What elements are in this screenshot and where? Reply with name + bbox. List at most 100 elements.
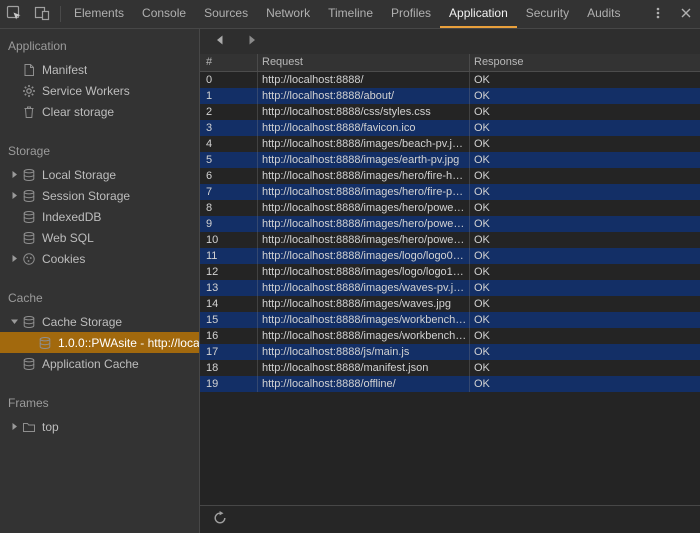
cell-request: http://localhost:8888/images/beach-pv.j… (258, 136, 470, 152)
cell-request: http://localhost:8888/images/hero/powe… (258, 200, 470, 216)
sidebar-item-manifest[interactable]: Manifest (0, 59, 199, 80)
cell-response: OK (470, 248, 700, 264)
cache-entry-row[interactable]: 0http://localhost:8888/OK (200, 72, 700, 88)
cache-entry-row[interactable]: 10http://localhost:8888/images/hero/powe… (200, 232, 700, 248)
cell-request: http://localhost:8888/offline/ (258, 376, 470, 392)
cache-entry-row[interactable]: 6http://localhost:8888/images/hero/fire-… (200, 168, 700, 184)
sidebar-item-session-storage[interactable]: Session Storage (0, 185, 199, 206)
cookie-icon (21, 252, 37, 266)
cache-entry-row[interactable]: 17http://localhost:8888/js/main.jsOK (200, 344, 700, 360)
refresh-button[interactable] (212, 512, 228, 528)
tab-audits[interactable]: Audits (578, 0, 629, 28)
section-title-application: Application (0, 29, 199, 59)
database-icon (21, 231, 37, 245)
sidebar-item-cache-storage[interactable]: Cache Storage (0, 311, 199, 332)
tab-elements[interactable]: Elements (65, 0, 133, 28)
section-application: ApplicationManifestService Workers Clear … (0, 29, 199, 134)
sidebar-item-label: IndexedDB (42, 210, 101, 224)
expander-closed-icon[interactable] (8, 191, 21, 200)
section-frames: Framestop (0, 386, 199, 449)
cache-entry-row[interactable]: 8http://localhost:8888/images/hero/powe…… (200, 200, 700, 216)
back-arrow-icon (214, 34, 226, 49)
cell-request: http://localhost:8888/images/earth-pv.jp… (258, 152, 470, 168)
sidebar-item-label: Session Storage (42, 189, 130, 203)
expander-closed-icon[interactable] (8, 170, 21, 179)
cell-index: 18 (200, 360, 258, 376)
column-header-response[interactable]: Response (470, 54, 700, 71)
cache-entry-row[interactable]: 13http://localhost:8888/images/waves-pv.… (200, 280, 700, 296)
tab-console[interactable]: Console (133, 0, 195, 28)
cell-index: 10 (200, 232, 258, 248)
cache-entry-row[interactable]: 12http://localhost:8888/images/logo/logo… (200, 264, 700, 280)
tab-sources[interactable]: Sources (195, 0, 257, 28)
sidebar-item-cookies[interactable]: Cookies (0, 248, 199, 269)
cell-response: OK (470, 344, 700, 360)
tab-application[interactable]: Application (440, 0, 517, 28)
tab-network[interactable]: Network (257, 0, 319, 28)
inspect-element-button[interactable] (0, 0, 28, 28)
sidebar-item-indexeddb[interactable]: IndexedDB (0, 206, 199, 227)
cell-request: http://localhost:8888/images/waves.jpg (258, 296, 470, 312)
sidebar-item-label: Local Storage (42, 168, 116, 182)
kebab-menu-icon (651, 6, 665, 23)
sidebar-item-label: Clear storage (42, 105, 114, 119)
expander-closed-icon[interactable] (8, 422, 21, 431)
cell-response: OK (470, 72, 700, 88)
cell-index: 3 (200, 120, 258, 136)
database-icon (37, 336, 53, 350)
sidebar-item-application-cache[interactable]: Application Cache (0, 353, 199, 374)
toolbar-spacer (629, 0, 644, 28)
sidebar-item-local-storage[interactable]: Local Storage (0, 164, 199, 185)
cache-entry-row[interactable]: 3http://localhost:8888/favicon.icoOK (200, 120, 700, 136)
sidebar-item-label: Web SQL (42, 231, 94, 245)
forward-button[interactable] (244, 34, 260, 50)
tab-security[interactable]: Security (517, 0, 578, 28)
cell-request: http://localhost:8888/favicon.ico (258, 120, 470, 136)
cell-request: http://localhost:8888/about/ (258, 88, 470, 104)
sidebar-item-label: Cache Storage (42, 315, 122, 329)
cache-entry-row[interactable]: 1http://localhost:8888/about/OK (200, 88, 700, 104)
sidebar-item-1-0-0-pwasite-http-local[interactable]: 1.0.0::PWAsite - http://local (0, 332, 199, 353)
cache-entry-row[interactable]: 2http://localhost:8888/css/styles.cssOK (200, 104, 700, 120)
cell-index: 16 (200, 328, 258, 344)
gear-icon (21, 84, 37, 98)
cell-request: http://localhost:8888/images/hero/powe… (258, 216, 470, 232)
cache-entry-row[interactable]: 16http://localhost:8888/images/workbench… (200, 328, 700, 344)
cell-index: 1 (200, 88, 258, 104)
device-toolbar-button[interactable] (28, 0, 56, 28)
cell-response: OK (470, 104, 700, 120)
cell-index: 14 (200, 296, 258, 312)
expander-closed-icon[interactable] (8, 254, 21, 263)
tab-timeline[interactable]: Timeline (319, 0, 382, 28)
cache-entry-row[interactable]: 19http://localhost:8888/offline/OK (200, 376, 700, 392)
cell-response: OK (470, 216, 700, 232)
column-header-request[interactable]: Request (258, 54, 470, 71)
column-header-index[interactable]: # (200, 54, 258, 71)
database-icon (21, 189, 37, 203)
cell-response: OK (470, 328, 700, 344)
back-button[interactable] (212, 34, 228, 50)
cell-index: 9 (200, 216, 258, 232)
panel-tabs: ElementsConsoleSourcesNetworkTimelinePro… (65, 0, 629, 28)
cache-entry-row[interactable]: 7http://localhost:8888/images/hero/fire-… (200, 184, 700, 200)
cell-index: 0 (200, 72, 258, 88)
cell-index: 17 (200, 344, 258, 360)
sidebar-item-service-workers[interactable]: Service Workers (0, 80, 199, 101)
cell-request: http://localhost:8888/images/hero/powe… (258, 232, 470, 248)
tab-profiles[interactable]: Profiles (382, 0, 440, 28)
sidebar-item-web-sql[interactable]: Web SQL (0, 227, 199, 248)
cache-entry-row[interactable]: 9http://localhost:8888/images/hero/powe…… (200, 216, 700, 232)
cache-entry-row[interactable]: 11http://localhost:8888/images/logo/logo… (200, 248, 700, 264)
sidebar-item-clear-storage[interactable]: Clear storage (0, 101, 199, 122)
cache-entry-row[interactable]: 15http://localhost:8888/images/workbench… (200, 312, 700, 328)
cache-entry-row[interactable]: 4http://localhost:8888/images/beach-pv.j… (200, 136, 700, 152)
close-devtools-button[interactable] (672, 0, 700, 28)
folder-icon (21, 420, 37, 434)
cell-request: http://localhost:8888/js/main.js (258, 344, 470, 360)
cache-entry-row[interactable]: 14http://localhost:8888/images/waves.jpg… (200, 296, 700, 312)
sidebar-item-top[interactable]: top (0, 416, 199, 437)
expander-open-icon[interactable] (8, 317, 21, 326)
cache-entry-row[interactable]: 5http://localhost:8888/images/earth-pv.j… (200, 152, 700, 168)
cache-entry-row[interactable]: 18http://localhost:8888/manifest.jsonOK (200, 360, 700, 376)
more-options-button[interactable] (644, 0, 672, 28)
